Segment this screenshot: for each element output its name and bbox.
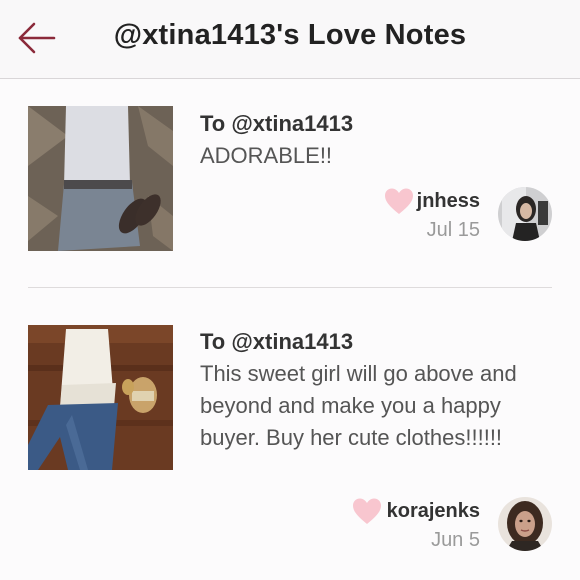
note-message: ADORABLE!! [200, 143, 333, 168]
sender-avatar[interactable] [498, 497, 552, 551]
note-date: Jul 15 [426, 219, 480, 241]
heart-icon [385, 188, 413, 214]
page-title: @xtina1413's Love Notes [113, 19, 467, 51]
note-recipient: To @xtina1413 [200, 329, 354, 354]
divider [28, 287, 552, 288]
sender-username[interactable]: korajenks [387, 500, 480, 523]
note-date: Jun 5 [431, 529, 480, 551]
header-bar: @xtina1413's Love Notes [0, 0, 580, 79]
note-message: This sweet girl will go above and beyond… [200, 361, 517, 450]
listing-thumbnail[interactable] [28, 325, 173, 470]
sender-avatar[interactable] [498, 187, 552, 241]
note-recipient: To @xtina1413 [200, 111, 354, 136]
sender-username[interactable]: jnhess [417, 190, 480, 213]
listing-thumbnail[interactable] [28, 106, 173, 251]
heart-icon [353, 498, 381, 524]
